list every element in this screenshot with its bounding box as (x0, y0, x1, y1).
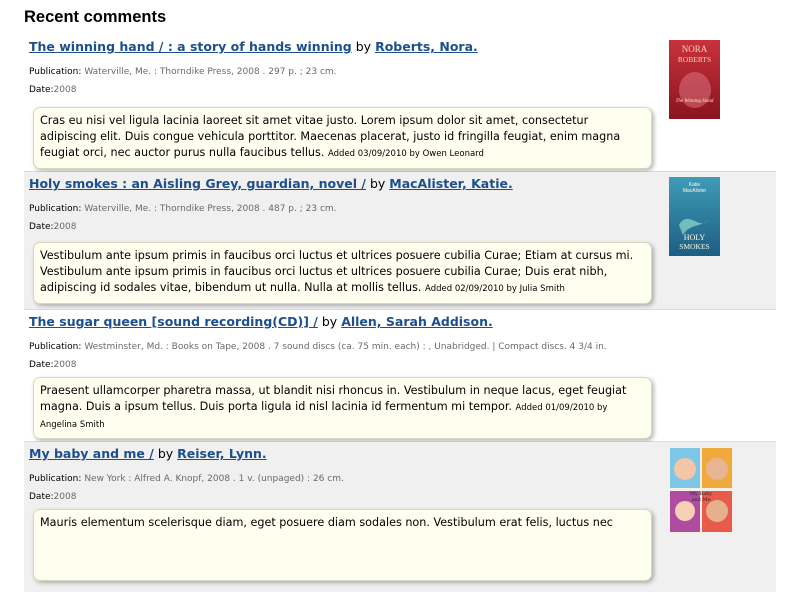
publication: Publication: New York : Alfred A. Knopf,… (29, 474, 344, 484)
entry-title-line: The winning hand / : a story of hands wi… (29, 39, 478, 54)
comment-bubble: Mauris elementum scelerisque diam, eget … (33, 509, 652, 581)
publication-label: Publication: (29, 67, 82, 77)
entry-title-line: The sugar queen [sound recording(CD)] / … (29, 314, 493, 329)
comment-bubble: Cras eu nisi vel ligula lacinia laoreet … (33, 107, 652, 169)
comment-added: Added 03/09/2010 by Owen Leonard (327, 149, 484, 159)
comment-entry: The winning hand / : a story of hands wi… (24, 35, 776, 172)
date: Date:2008 (29, 492, 76, 502)
date-value: 2008 (53, 360, 77, 370)
book-cover[interactable]: My Baby and Me (669, 447, 733, 533)
publication-label: Publication: (29, 342, 82, 352)
date-label: Date: (29, 492, 54, 502)
comments-list: The winning hand / : a story of hands wi… (24, 35, 776, 592)
date-label: Date: (29, 85, 54, 95)
publication-label: Publication: (29, 204, 82, 214)
author-link[interactable]: Roberts, Nora. (375, 39, 478, 54)
book-cover[interactable]: Katie MacAlister HOLY SMOKES (669, 177, 720, 256)
svg-text:MacAlister: MacAlister (683, 188, 707, 194)
by-label: by (355, 39, 372, 54)
svg-text:SMOKES: SMOKES (679, 242, 709, 251)
svg-text:HOLY: HOLY (684, 233, 706, 242)
date-value: 2008 (53, 222, 77, 232)
svg-text:NORA: NORA (682, 44, 708, 54)
publication-label: Publication: (29, 474, 82, 484)
by-label: by (321, 314, 338, 329)
page-title: Recent comments (24, 8, 167, 26)
publication: Publication: Waterville, Me. : Thorndike… (29, 67, 337, 77)
title-link[interactable]: My baby and me / (29, 446, 154, 461)
by-label: by (369, 176, 386, 191)
publication-value: Waterville, Me. : Thorndike Press, 2008 … (84, 67, 337, 77)
author-link[interactable]: Allen, Sarah Addison. (341, 314, 493, 329)
publication-value: Westminster, Md. : Books on Tape, 2008 .… (84, 342, 607, 352)
date: Date:2008 (29, 360, 76, 370)
svg-text:ROBERTS: ROBERTS (678, 55, 711, 64)
date-label: Date: (29, 360, 54, 370)
entry-title-line: My baby and me / by Reiser, Lynn. (29, 446, 267, 461)
date: Date:2008 (29, 222, 76, 232)
comment-entry: Holy smokes : an Aisling Grey, guardian,… (24, 172, 776, 310)
date-value: 2008 (53, 85, 77, 95)
entry-title-line: Holy smokes : an Aisling Grey, guardian,… (29, 176, 513, 191)
publication-value: Waterville, Me. : Thorndike Press, 2008 … (84, 204, 337, 214)
title-link[interactable]: The sugar queen [sound recording(CD)] / (29, 314, 318, 329)
book-cover[interactable]: NORA ROBERTS The Winning Hand (669, 40, 720, 119)
svg-text:The Winning Hand: The Winning Hand (676, 99, 714, 104)
comment-entry: The sugar queen [sound recording(CD)] / … (24, 310, 776, 442)
publication: Publication: Waterville, Me. : Thorndike… (29, 204, 337, 214)
publication: Publication: Westminster, Md. : Books on… (29, 342, 607, 352)
date: Date:2008 (29, 85, 76, 95)
date-label: Date: (29, 222, 54, 232)
comment-bubble: Praesent ullamcorper pharetra massa, ut … (33, 377, 652, 439)
publication-value: New York : Alfred A. Knopf, 2008 . 1 v. … (84, 474, 344, 484)
author-link[interactable]: Reiser, Lynn. (177, 446, 267, 461)
comment-added: Added 02/09/2010 by Julia Smith (425, 284, 565, 294)
title-link[interactable]: Holy smokes : an Aisling Grey, guardian,… (29, 176, 366, 191)
author-link[interactable]: MacAlister, Katie. (389, 176, 512, 191)
comment-entry: My baby and me / by Reiser, Lynn. Public… (24, 442, 776, 592)
by-label: by (157, 446, 174, 461)
title-link[interactable]: The winning hand / : a story of hands wi… (29, 39, 352, 54)
date-value: 2008 (53, 492, 77, 502)
comment-text: Mauris elementum scelerisque diam, eget … (40, 516, 613, 529)
svg-text:and Me: and Me (691, 497, 710, 503)
comment-bubble: Vestibulum ante ipsum primis in faucibus… (33, 242, 652, 304)
